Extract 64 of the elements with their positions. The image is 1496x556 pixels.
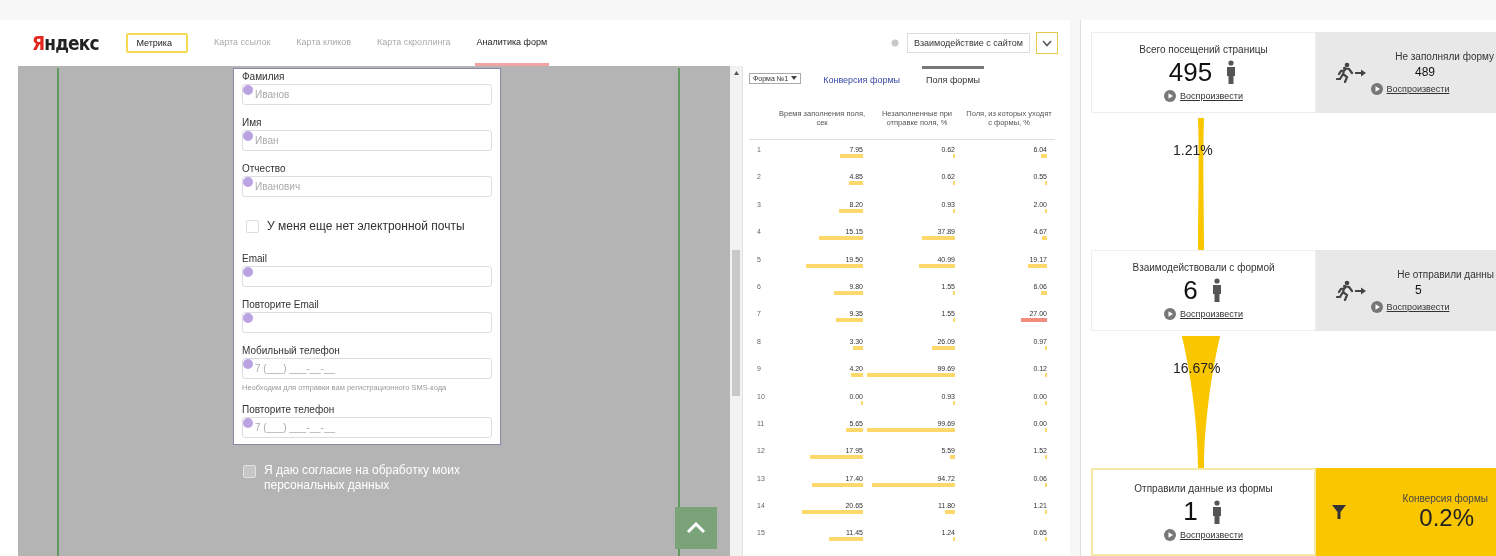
tab[interactable]: Конверсия формы <box>819 66 905 90</box>
segment-button[interactable]: Взаимодействие с сайтом <box>906 33 1030 53</box>
exit-title: Не отправили данны <box>1397 268 1494 280</box>
marker-icon <box>243 267 253 277</box>
stage-count: 6 <box>1183 274 1198 306</box>
chevron-up-icon <box>686 522 706 534</box>
product-tag[interactable]: Метрика <box>126 33 188 53</box>
chevron-down-icon <box>1042 39 1052 47</box>
input-field[interactable]: 7 (___) ___-__-__ <box>242 417 492 438</box>
marker-icon <box>243 359 253 369</box>
play-icon <box>1164 89 1177 102</box>
checkbox-label: У меня еще нет электронной почты <box>267 219 465 233</box>
replay-link[interactable]: Воспроизвести <box>1386 83 1450 94</box>
stage-title: Отправили данные из формы <box>1134 483 1273 494</box>
exit-title: Не заполняли форму <box>1395 50 1494 62</box>
input-field[interactable] <box>242 266 492 287</box>
input-field[interactable]: 7 (___) ___-__-__ <box>242 358 492 379</box>
replay-link[interactable]: Воспроизвести <box>1180 530 1243 540</box>
input-field[interactable]: Иванов <box>242 84 492 105</box>
input-field[interactable] <box>242 312 492 333</box>
tab[interactable]: Поля формы <box>922 66 985 90</box>
checkbox[interactable] <box>246 219 259 233</box>
running-person-icon <box>1336 61 1367 83</box>
exit-count: 489 <box>1415 65 1436 79</box>
exit-count: 5 <box>1415 283 1422 297</box>
dropdown-button[interactable] <box>1036 32 1058 54</box>
checkbox[interactable] <box>243 465 256 478</box>
field-label: Повторите Email <box>242 299 320 310</box>
logo[interactable]: Яндекс <box>32 31 99 55</box>
field-label: Повторите телефон <box>242 404 336 415</box>
field-label: Имя <box>242 117 263 128</box>
field-label: Email <box>242 253 268 264</box>
running-person-icon <box>1336 279 1367 301</box>
conversion-value: 0.2% <box>1419 503 1474 532</box>
scrollbar[interactable] <box>730 66 742 556</box>
input-field[interactable]: Иванович <box>242 176 492 197</box>
stage-title: Взаимодействовали с формой <box>1132 261 1275 273</box>
conversion-title: Конверсия формы <box>1402 492 1488 504</box>
stage-title: Всего посещений страницы <box>1139 43 1268 55</box>
input-field[interactable]: Иван <box>242 130 492 151</box>
replay-link[interactable]: Воспроизвести <box>1180 308 1243 319</box>
caret-icon <box>791 76 798 80</box>
marker-icon <box>243 131 253 141</box>
stage-count: 1 <box>1183 496 1198 527</box>
field-label: Мобильный телефон <box>242 345 341 356</box>
marker-icon <box>243 85 253 95</box>
play-icon <box>1164 307 1177 320</box>
marker-icon <box>243 313 253 323</box>
replay-link[interactable]: Воспроизвести <box>1180 90 1243 101</box>
scrollbar-thumb[interactable] <box>732 250 740 396</box>
checkbox-label: Я даю согласие на обработку моих персональных данных <box>264 463 461 493</box>
stage-count: 495 <box>1168 56 1213 88</box>
marker-icon <box>243 177 253 187</box>
play-icon <box>1370 82 1383 95</box>
field-label: Отчество <box>242 163 287 174</box>
info-icon <box>890 39 899 47</box>
replay-link[interactable]: Воспроизвести <box>1386 301 1450 312</box>
play-icon <box>1370 300 1383 313</box>
marker-icon <box>243 418 253 428</box>
scroll-up-button[interactable] <box>675 507 717 549</box>
scroll-arrow-icon <box>733 71 739 75</box>
field-label: Фамилия <box>242 71 286 82</box>
play-icon <box>1164 529 1177 541</box>
funnel-icon <box>1332 505 1346 519</box>
